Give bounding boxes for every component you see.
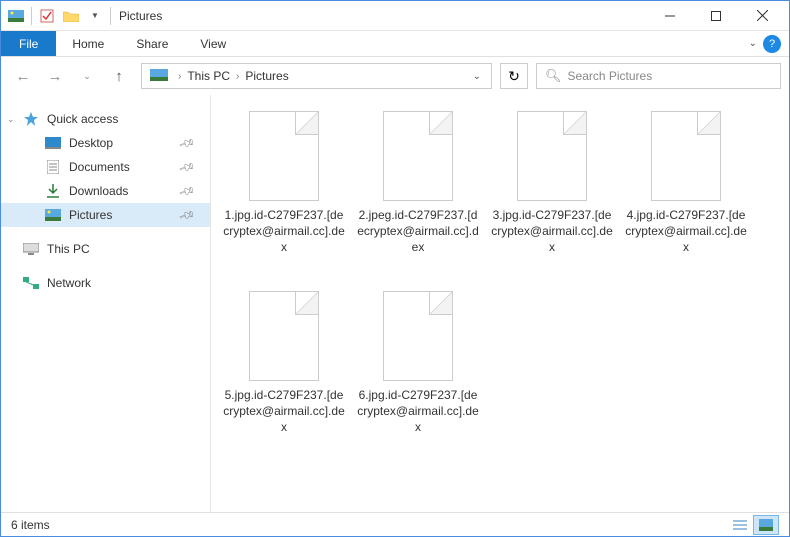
sidebar-label: Desktop xyxy=(69,136,113,150)
file-name-label: 3.jpg.id-C279F237.[decryptex@airmail.cc]… xyxy=(487,207,617,256)
window-title: Pictures xyxy=(119,9,162,23)
close-button[interactable] xyxy=(739,1,785,31)
maximize-button[interactable] xyxy=(693,1,739,31)
file-name-label: 6.jpg.id-C279F237.[decryptex@airmail.cc]… xyxy=(353,387,483,436)
pictures-icon xyxy=(45,208,61,222)
sidebar-network[interactable]: Network xyxy=(1,271,210,295)
file-item[interactable]: 6.jpg.id-C279F237.[decryptex@airmail.cc]… xyxy=(353,289,483,469)
ribbon-expand-icon[interactable]: ⌄ xyxy=(749,38,757,49)
file-name-label: 5.jpg.id-C279F237.[decryptex@airmail.cc]… xyxy=(219,387,349,436)
file-item[interactable]: 2.jpeg.id-C279F237.[decryptex@airmail.cc… xyxy=(353,109,483,289)
file-icon xyxy=(249,111,319,201)
ribbon-tab-home[interactable]: Home xyxy=(56,31,120,56)
status-item-count: 6 items xyxy=(11,518,50,532)
desktop-icon xyxy=(45,136,61,150)
star-icon xyxy=(23,112,39,126)
refresh-button[interactable]: ↻ xyxy=(500,63,528,89)
caret-icon: ⌄ xyxy=(7,114,15,125)
sidebar-label: This PC xyxy=(47,242,90,256)
titlebar: ▼ Pictures xyxy=(1,1,789,31)
nav-recent-dropdown[interactable]: ⌄ xyxy=(73,62,101,90)
qat-properties-icon[interactable] xyxy=(36,5,58,27)
chevron-right-icon[interactable]: › xyxy=(178,71,181,82)
statusbar: 6 items xyxy=(1,512,789,536)
ribbon-file-tab[interactable]: File xyxy=(1,31,56,56)
sidebar-label: Downloads xyxy=(69,184,128,198)
file-name-label: 2.jpeg.id-C279F237.[decryptex@airmail.cc… xyxy=(353,207,483,256)
pin-icon: 📌︎ xyxy=(178,158,197,176)
pin-icon: 📌︎ xyxy=(178,206,197,224)
sidebar-label: Pictures xyxy=(69,208,112,222)
file-item[interactable]: 5.jpg.id-C279F237.[decryptex@airmail.cc]… xyxy=(219,289,349,469)
file-item[interactable]: 4.jpg.id-C279F237.[decryptex@airmail.cc]… xyxy=(621,109,751,289)
sidebar-thispc[interactable]: This PC xyxy=(1,237,210,261)
search-icon: 🔍︎ xyxy=(545,68,562,84)
file-name-label: 4.jpg.id-C279F237.[decryptex@airmail.cc]… xyxy=(621,207,751,256)
network-icon xyxy=(23,276,39,290)
sidebar-quickaccess[interactable]: ⌄ Quick access xyxy=(1,107,210,131)
pin-icon: 📌︎ xyxy=(178,134,197,152)
file-item[interactable]: 3.jpg.id-C279F237.[decryptex@airmail.cc]… xyxy=(487,109,617,289)
computer-icon xyxy=(23,242,39,256)
breadcrumb-pictures[interactable]: Pictures xyxy=(245,69,288,83)
file-item[interactable]: 1.jpg.id-C279F237.[decryptex@airmail.cc]… xyxy=(219,109,349,289)
help-icon[interactable]: ? xyxy=(763,35,781,53)
ribbon-tab-view[interactable]: View xyxy=(184,31,242,56)
sidebar-item-pictures[interactable]: Pictures 📌︎ xyxy=(1,203,210,227)
qat-dropdown-icon[interactable]: ▼ xyxy=(84,5,106,27)
nav-forward-button[interactable]: → xyxy=(41,62,69,90)
sidebar-item-desktop[interactable]: Desktop 📌︎ xyxy=(1,131,210,155)
file-icon xyxy=(517,111,587,201)
breadcrumb[interactable]: › This PC › Pictures ⌄ xyxy=(141,63,492,89)
sidebar-label: Network xyxy=(47,276,91,290)
breadcrumb-thispc[interactable]: This PC xyxy=(187,69,230,83)
nav-up-button[interactable]: ↑ xyxy=(105,62,133,90)
qat-newfolder-icon[interactable] xyxy=(60,5,82,27)
nav-back-button[interactable]: ← xyxy=(9,62,37,90)
downloads-icon xyxy=(45,184,61,198)
ribbon: File Home Share View ⌄ ? xyxy=(1,31,789,57)
breadcrumb-dropdown-icon[interactable]: ⌄ xyxy=(467,71,487,82)
folder-icon xyxy=(150,69,168,83)
search-placeholder: Search Pictures xyxy=(568,69,653,83)
navbar: ← → ⌄ ↑ › This PC › Pictures ⌄ ↻ 🔍︎ Sear… xyxy=(1,57,789,95)
file-icon xyxy=(383,111,453,201)
documents-icon xyxy=(45,160,61,174)
view-thumbnails-button[interactable] xyxy=(753,515,779,535)
sidebar-label: Documents xyxy=(69,160,130,174)
sidebar-item-documents[interactable]: Documents 📌︎ xyxy=(1,155,210,179)
search-input[interactable]: 🔍︎ Search Pictures xyxy=(536,63,781,89)
minimize-button[interactable] xyxy=(647,1,693,31)
pin-icon: 📌︎ xyxy=(178,182,197,200)
file-list[interactable]: 1.jpg.id-C279F237.[decryptex@airmail.cc]… xyxy=(211,95,789,512)
file-icon xyxy=(651,111,721,201)
sidebar-label: Quick access xyxy=(47,112,118,126)
ribbon-tab-share[interactable]: Share xyxy=(120,31,184,56)
chevron-right-icon[interactable]: › xyxy=(236,71,239,82)
file-icon xyxy=(249,291,319,381)
file-name-label: 1.jpg.id-C279F237.[decryptex@airmail.cc]… xyxy=(219,207,349,256)
view-details-button[interactable] xyxy=(727,515,753,535)
sidebar-item-downloads[interactable]: Downloads 📌︎ xyxy=(1,179,210,203)
file-icon xyxy=(383,291,453,381)
app-icon[interactable] xyxy=(5,5,27,27)
sidebar: ⌄ Quick access Desktop 📌︎ Documents 📌︎ D… xyxy=(1,95,211,512)
